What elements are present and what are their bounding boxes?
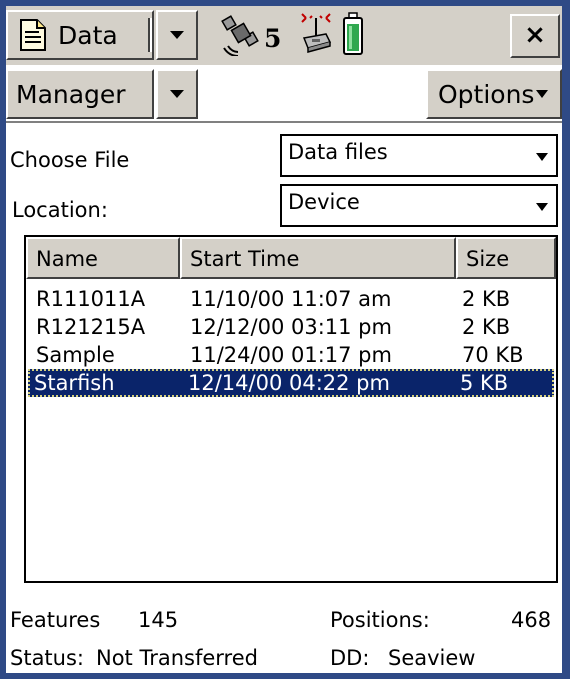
column-header-label: Start Time [190, 247, 300, 271]
separator [148, 18, 152, 52]
list-item-selected[interactable]: Starfish 12/14/00 04:22 pm 5 KB [28, 369, 554, 397]
chevron-down-icon [170, 31, 184, 39]
choose-file-value: Data files [288, 140, 388, 164]
location-label: Location: [12, 198, 108, 222]
file-name: R121215A [36, 315, 146, 339]
options-button[interactable]: Options [426, 69, 562, 119]
app-menu-button[interactable]: Data [6, 10, 154, 60]
manager-dropdown[interactable] [156, 69, 198, 119]
column-header-size[interactable]: Size [456, 237, 556, 279]
features-value: 145 [138, 608, 179, 632]
file-name: Starfish [34, 371, 115, 395]
battery-icon[interactable] [342, 12, 364, 60]
list-item[interactable]: Sample 11/24/00 01:17 pm 70 KB [28, 341, 554, 369]
column-header-start-time[interactable]: Start Time [180, 237, 456, 279]
file-name: R111011A [36, 287, 146, 311]
device-frame: Data 5 × Manager Options Choose File Dat… [0, 0, 570, 679]
satellite-icon[interactable] [220, 12, 264, 60]
status-label: Status: [10, 646, 84, 670]
file-size: 2 KB [462, 287, 511, 311]
file-start-time: 11/10/00 11:07 am [190, 287, 392, 311]
chevron-down-icon [170, 90, 184, 98]
file-size: 2 KB [462, 315, 511, 339]
document-icon [18, 18, 48, 56]
list-header: Name Start Time Size [26, 237, 556, 279]
chevron-down-icon [536, 153, 548, 161]
menu-bar: Manager Options [6, 67, 562, 121]
dd-value: Seaview [388, 646, 476, 670]
positions-label: Positions: [330, 608, 430, 632]
divider [6, 121, 562, 123]
manager-label: Manager [16, 80, 126, 109]
positions-value: 468 [511, 608, 552, 632]
column-header-label: Size [466, 247, 510, 271]
satellite-count: 5 [264, 24, 282, 53]
column-header-name[interactable]: Name [26, 237, 180, 279]
choose-file-label: Choose File [10, 148, 130, 172]
file-start-time: 12/12/00 03:11 pm [190, 315, 392, 339]
file-start-time: 12/14/00 04:22 pm [188, 371, 390, 395]
list-item[interactable]: R121215A 12/12/00 03:11 pm 2 KB [28, 313, 554, 341]
close-button[interactable]: × [510, 14, 560, 58]
manager-button[interactable]: Manager [6, 69, 154, 119]
file-list[interactable]: Name Start Time Size R111011A 11/10/00 1… [24, 235, 558, 583]
location-value: Device [288, 190, 360, 214]
chevron-down-icon [536, 90, 548, 98]
file-name: Sample [36, 343, 115, 367]
close-icon: × [524, 20, 546, 50]
screen: Data 5 × Manager Options Choose File Dat… [6, 6, 562, 673]
dd-label: DD: [330, 646, 370, 670]
file-start-time: 11/24/00 01:17 pm [190, 343, 392, 367]
options-label: Options [438, 80, 535, 109]
features-label: Features [10, 608, 101, 632]
file-size: 5 KB [460, 371, 509, 395]
gps-receiver-icon[interactable] [296, 12, 336, 60]
chevron-down-icon [536, 203, 548, 211]
title-bar: Data 5 × [6, 6, 562, 65]
file-size: 70 KB [462, 343, 524, 367]
choose-file-select[interactable]: Data files [280, 134, 558, 177]
location-select[interactable]: Device [280, 184, 558, 227]
list-item[interactable]: R111011A 11/10/00 11:07 am 2 KB [28, 285, 554, 313]
app-title: Data [58, 21, 118, 50]
app-menu-dropdown[interactable] [156, 10, 198, 60]
status-value: Not Transferred [96, 646, 258, 670]
column-header-label: Name [36, 247, 98, 271]
